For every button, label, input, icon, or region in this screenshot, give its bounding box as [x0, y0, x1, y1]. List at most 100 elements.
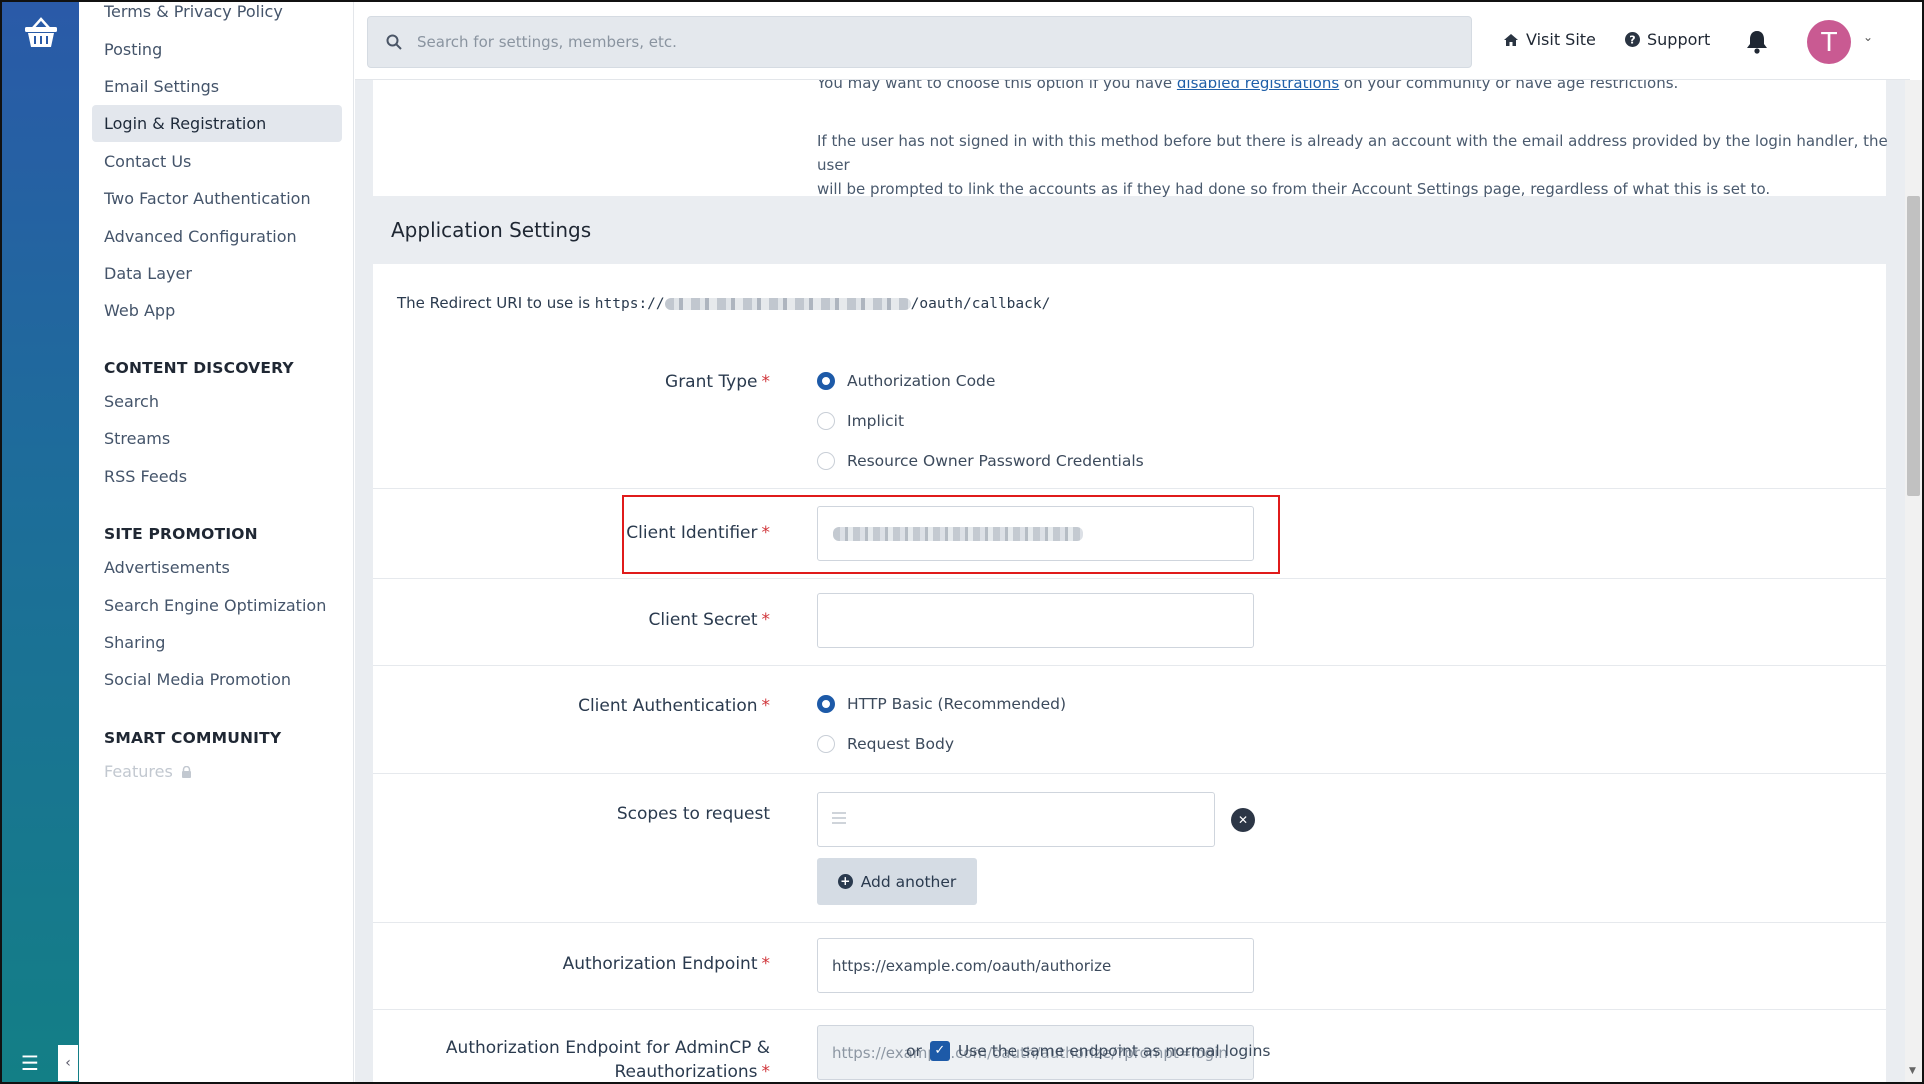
redirect-prefix: The Redirect URI to use is: [397, 294, 595, 312]
checkbox-checked-icon[interactable]: ✓: [929, 1041, 950, 1061]
chevron-down-icon[interactable]: ⌄: [1863, 30, 1873, 44]
drag-handle-icon[interactable]: [832, 812, 846, 824]
main-content: You may want to choose this option if yo…: [355, 80, 1905, 1082]
radio-icon[interactable]: [817, 412, 835, 430]
visit-site-label: Visit Site: [1526, 30, 1596, 49]
grant-type-option-implicit[interactable]: Implicit: [817, 412, 904, 430]
search-input[interactable]: [417, 17, 1457, 67]
sidebar-heading-smart-community: SMART COMMUNITY: [104, 729, 282, 747]
plus-circle-icon: +: [837, 874, 853, 889]
left-rail: ☰ ‹: [2, 2, 79, 1082]
sidebar-item-sharing[interactable]: Sharing: [92, 624, 342, 661]
collapse-sidebar-icon[interactable]: ‹: [58, 1045, 78, 1081]
top-header: Visit Site ? Support T ⌄: [355, 2, 1910, 80]
checkbox-label: Use the same endpoint as normal logins: [957, 1042, 1271, 1060]
same-endpoint-toggle[interactable]: or ✓ Use the same endpoint as normal log…: [906, 1041, 1270, 1061]
radio-label: Authorization Code: [847, 372, 996, 390]
lock-icon: [181, 765, 191, 778]
sidebar-item-data-layer[interactable]: Data Layer: [92, 255, 342, 292]
authorization-endpoint-field[interactable]: [817, 938, 1254, 993]
sidebar-item-two-factor[interactable]: Two Factor Authentication: [92, 180, 342, 217]
sidebar-item-rss-feeds[interactable]: RSS Feeds: [92, 458, 342, 495]
hint-text-part: You may want to choose this option if yo…: [817, 80, 1177, 92]
row-divider: [373, 488, 1886, 489]
field-label: Grant Type: [665, 372, 758, 392]
client-secret-field[interactable]: [817, 593, 1254, 648]
client-authentication-label: Client Authentication *: [578, 694, 770, 718]
scopes-label: Scopes to request: [617, 802, 770, 826]
section-title: Application Settings: [391, 218, 592, 242]
home-icon: [1504, 33, 1518, 46]
required-asterisk: *: [761, 696, 771, 716]
sidebar-item-streams[interactable]: Streams: [92, 420, 342, 457]
field-label: Client Authentication: [578, 696, 758, 716]
visit-site-link[interactable]: Visit Site: [1503, 30, 1596, 49]
support-link[interactable]: ? Support: [1625, 30, 1710, 49]
sidebar-item-label: Features: [104, 762, 173, 781]
basket-logo-icon[interactable]: [23, 16, 59, 50]
sidebar-item-contact-us[interactable]: Contact Us: [92, 143, 342, 180]
redacted-client-id: [833, 527, 1083, 541]
sidebar-item-posting[interactable]: Posting: [92, 31, 342, 68]
field-label-line: Reauthorizations: [614, 1062, 758, 1082]
search-icon: [386, 34, 402, 50]
question-circle-icon: ?: [1625, 32, 1640, 47]
field-label-line: Authorization Endpoint for AdminCP &: [445, 1038, 770, 1058]
svg-text:?: ?: [1629, 34, 1635, 47]
client-auth-option-http-basic[interactable]: HTTP Basic (Recommended): [817, 695, 1066, 713]
required-asterisk: *: [761, 1062, 771, 1082]
scroll-thumb[interactable]: [1907, 196, 1920, 496]
field-label: Authorization Endpoint: [562, 954, 758, 974]
radio-label: Implicit: [847, 412, 905, 430]
or-label: or: [906, 1042, 922, 1060]
sidebar-item-email-settings[interactable]: Email Settings: [92, 68, 342, 105]
grant-type-option-password[interactable]: Resource Owner Password Credentials: [817, 452, 1144, 470]
admincp-endpoint-label: Authorization Endpoint for AdminCP & Rea…: [446, 1036, 770, 1082]
radio-icon[interactable]: [817, 452, 835, 470]
required-asterisk: *: [761, 523, 771, 543]
sidebar-item-advanced-config[interactable]: Advanced Configuration: [92, 218, 342, 255]
redacted-host: [664, 297, 911, 310]
radio-icon[interactable]: [817, 735, 835, 753]
radio-selected-icon[interactable]: [817, 372, 835, 390]
required-asterisk: *: [761, 954, 771, 974]
scroll-down-arrow-icon[interactable]: ▼: [1909, 1066, 1916, 1076]
redirect-uri-end: /oauth/callback/: [910, 296, 1051, 312]
grant-type-option-authorization-code[interactable]: Authorization Code: [817, 372, 995, 390]
sidebar-item-login-registration[interactable]: Login & Registration: [92, 105, 342, 142]
sidebar-item-web-app[interactable]: Web App: [92, 292, 342, 329]
sidebar-item-search[interactable]: Search: [92, 383, 342, 420]
support-label: Support: [1647, 30, 1711, 49]
user-avatar[interactable]: T: [1807, 20, 1851, 64]
sidebar-item-terms[interactable]: Terms & Privacy Policy: [92, 2, 342, 30]
page-scrollbar[interactable]: ▼: [1905, 80, 1922, 1082]
sidebar-item-social-media[interactable]: Social Media Promotion: [92, 661, 342, 698]
notifications-bell-icon[interactable]: [1746, 29, 1768, 54]
remove-scope-icon[interactable]: ✕: [1231, 808, 1255, 832]
required-asterisk: *: [761, 610, 771, 630]
sidebar-item-features: Features: [92, 753, 342, 790]
row-divider: [373, 1009, 1886, 1010]
client-secret-label: Client Secret *: [649, 608, 770, 632]
sidebar-item-seo[interactable]: Search Engine Optimization: [92, 587, 342, 624]
row-divider: [373, 922, 1886, 923]
radio-selected-icon[interactable]: [817, 695, 835, 713]
radio-label: Request Body: [847, 735, 955, 753]
link-accounts-hint: If the user has not signed in with this …: [817, 129, 1905, 201]
scope-input[interactable]: [817, 792, 1215, 847]
disabled-registrations-link[interactable]: disabled registrations: [1177, 80, 1339, 92]
row-divider: [373, 665, 1886, 666]
search-bar[interactable]: [367, 16, 1472, 68]
add-another-button[interactable]: + Add another: [817, 858, 977, 905]
hamburger-menu-icon[interactable]: ☰: [21, 1053, 39, 1073]
sidebar-heading-site-promotion: SITE PROMOTION: [104, 525, 258, 543]
settings-sidebar: Terms & Privacy Policy Posting Email Set…: [79, 2, 354, 1082]
row-divider: [373, 773, 1886, 774]
redirect-uri-start: https://: [594, 296, 665, 312]
field-label: Scopes to request: [616, 804, 770, 824]
radio-label: HTTP Basic (Recommended): [847, 695, 1067, 713]
hint-line: If the user has not signed in with this …: [817, 132, 1888, 174]
field-label: Client Identifier: [626, 523, 758, 543]
client-auth-option-request-body[interactable]: Request Body: [817, 735, 954, 753]
sidebar-item-advertisements[interactable]: Advertisements: [92, 549, 342, 586]
